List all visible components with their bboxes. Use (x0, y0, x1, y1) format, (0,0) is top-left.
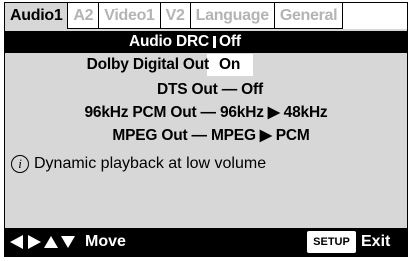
help-text: i Dynamic playback at low volume (11, 153, 266, 175)
left-arrow-icon (10, 235, 23, 249)
pcm-out-row[interactable]: 96kHz PCM Out — 96kHz ▶ 48kHz (5, 102, 407, 124)
move-label: Move (85, 233, 126, 250)
right-arrow-icon (28, 235, 41, 249)
tab-video1[interactable]: Video1 (99, 3, 161, 29)
audio-drc-label: Audio DRC (129, 33, 209, 50)
audio-drc-row[interactable]: Audio DRC Off (5, 31, 407, 53)
setup-menu-screen: Audio1 A2 Video1 V2 Language General Aud… (4, 2, 408, 257)
cursor-marker (213, 36, 216, 48)
tab-audio1[interactable]: Audio1 (5, 3, 69, 29)
tab-bar: Audio1 A2 Video1 V2 Language General (5, 3, 344, 29)
tab-language[interactable]: Language (190, 3, 275, 29)
tab-general[interactable]: General (274, 3, 344, 29)
tab-audio2[interactable]: A2 (68, 3, 100, 29)
arrow-keys (9, 234, 76, 250)
settings-panel: Audio DRC Off Dolby Digital Out On DTS O… (5, 29, 407, 256)
dts-out-row[interactable]: DTS Out — Off (5, 79, 407, 101)
dolby-digital-out-row[interactable]: Dolby Digital Out On (5, 54, 407, 76)
dolby-digital-out-value[interactable]: On (219, 54, 240, 76)
dolby-digital-out-label: Dolby Digital Out (86, 56, 210, 73)
mpeg-out-row[interactable]: MPEG Out — MPEG ▶ PCM (5, 125, 407, 147)
up-arrow-icon (44, 236, 58, 248)
audio-drc-value[interactable]: Off (219, 31, 241, 53)
help-text-label: Dynamic playback at low volume (34, 155, 267, 172)
footer-bar: Move SETUP Exit (5, 228, 407, 256)
info-icon: i (11, 155, 29, 173)
exit-label: Exit (361, 233, 391, 250)
down-arrow-icon (61, 236, 75, 248)
setup-button[interactable]: SETUP (307, 231, 356, 253)
tab-video2[interactable]: V2 (160, 3, 191, 29)
